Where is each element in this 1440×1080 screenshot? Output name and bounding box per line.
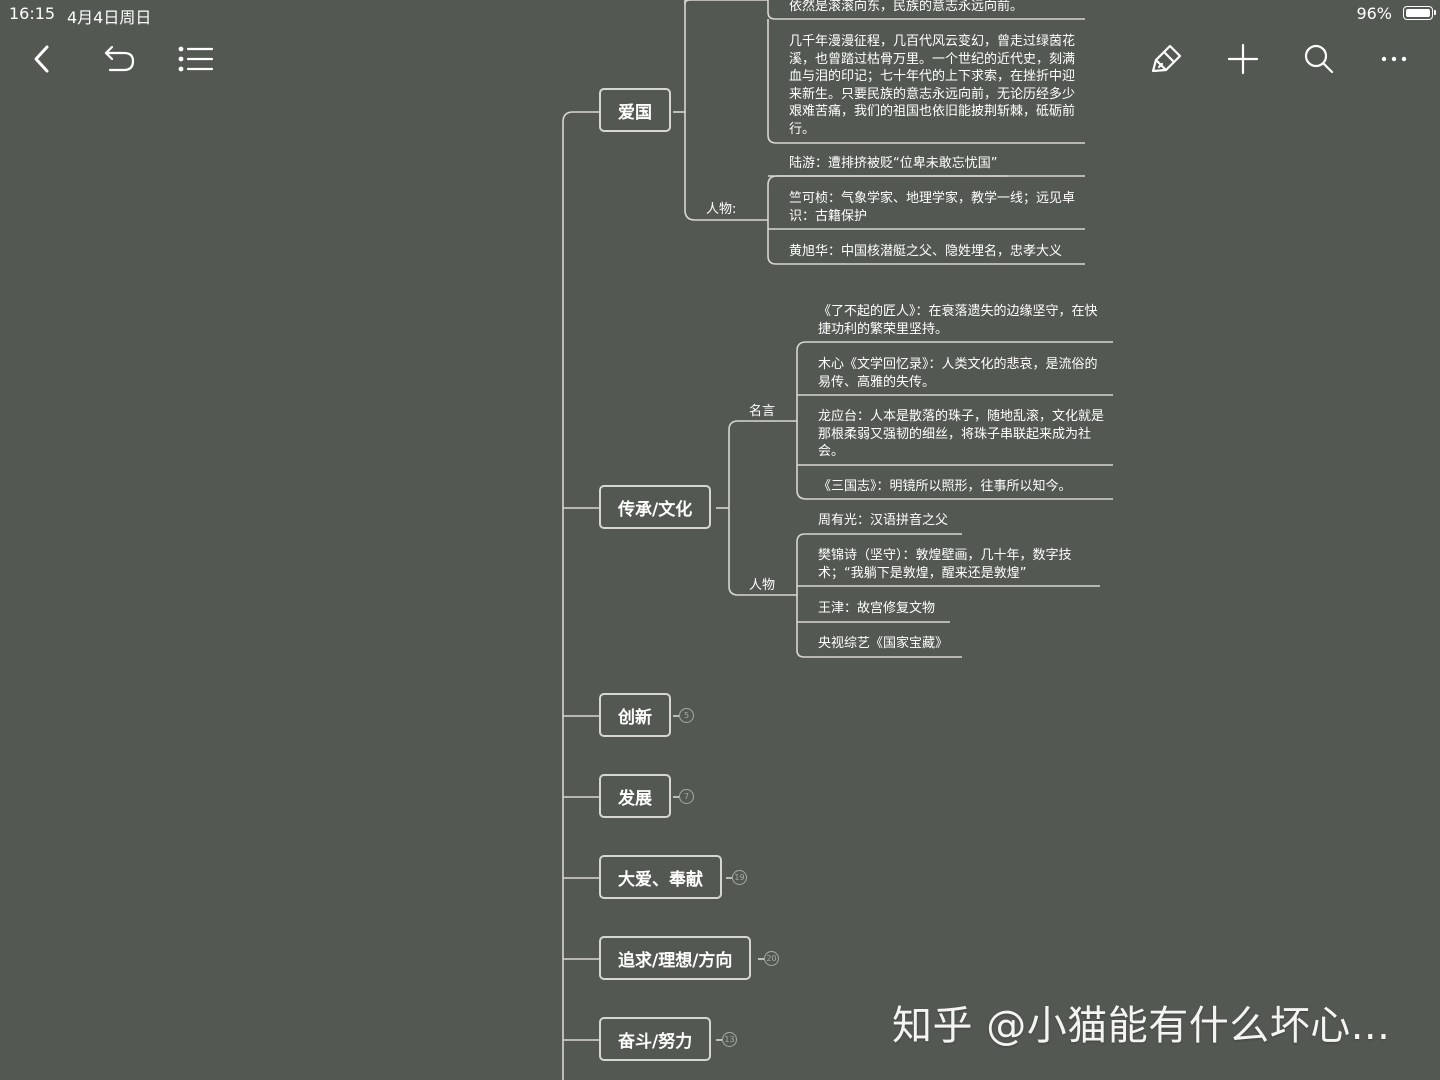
- mindmap-connectors: [562, 0, 1113, 1080]
- leaf-quote[interactable]: 龙应台：人本是散落的珠子，随地乱滚，文化就是那根柔弱又强韧的细丝，将珠子串联起来…: [818, 408, 1108, 461]
- search-icon: [1304, 44, 1334, 74]
- brush-icon: [1151, 44, 1182, 73]
- topic-label: 追求/理想/方向: [618, 950, 733, 971]
- topic-zhuiqiu[interactable]: 追求/理想/方向: [599, 936, 752, 980]
- leaf-person[interactable]: 周有光：汉语拼音之父: [818, 512, 1108, 530]
- topic-label: 发展: [618, 788, 652, 809]
- leaf-person[interactable]: 陆游：遭排挤被贬“位卑未敢忘忧国”: [789, 155, 1079, 173]
- status-time: 16:15: [9, 4, 56, 23]
- ellipsis-icon: [1381, 56, 1407, 62]
- undo-icon: [104, 45, 135, 72]
- trunk-to-aiguo: [562, 111, 600, 1080]
- topic-aiguo[interactable]: 爱国: [599, 88, 671, 132]
- leaf-quote[interactable]: 木心《文学回忆录》：人类文化的悲哀，是流俗的易传、高雅的失传。: [818, 356, 1108, 391]
- undo-button[interactable]: [98, 37, 142, 81]
- collapsed-count-badge[interactable]: 20: [764, 951, 779, 966]
- chevron-left-icon: [34, 45, 49, 73]
- leaf-person[interactable]: 竺可桢：气象学家、地理学家，教学一线；远见卓识：古籍保护: [789, 190, 1079, 225]
- leaf-quote[interactable]: 《了不起的匠人》：在衰落遗失的边缘坚守，在快捷功利的繁荣里坚持。: [818, 303, 1108, 338]
- leaf-person[interactable]: 央视综艺《国家宝藏》: [818, 635, 1108, 653]
- back-button[interactable]: [20, 37, 64, 81]
- leaf-quote[interactable]: 《三国志》：明镜所以照形，往事所以知今。: [818, 478, 1108, 496]
- more-button[interactable]: [1373, 37, 1417, 81]
- outline-button[interactable]: [174, 37, 218, 81]
- watermark: 知乎 @小猫能有什么坏心...: [892, 1003, 1391, 1049]
- branch-people[interactable]: 人物: [749, 574, 775, 593]
- collapsed-count-badge[interactable]: 13: [722, 1032, 737, 1047]
- add-button[interactable]: [1221, 37, 1265, 81]
- topic-daai[interactable]: 大爱、奉献: [599, 855, 722, 899]
- leaf-person[interactable]: 王津：故宫修复文物: [818, 600, 1108, 618]
- topic-label: 大爱、奉献: [618, 869, 703, 890]
- battery-icon: [1403, 6, 1436, 20]
- format-button[interactable]: [1145, 37, 1189, 81]
- topic-label: 奋斗/努力: [618, 1031, 693, 1052]
- branch-aiguo-people[interactable]: 人物:: [706, 198, 736, 217]
- leaf-person[interactable]: 樊锦诗（坚守）：敦煌壁画，几十年，数字技术；“我躺下是敦煌，醒来还是敦煌”: [818, 547, 1098, 582]
- leaf-aiguo-quote[interactable]: 依然是滚滚向东，民族的意志永远向前。: [789, 0, 1079, 16]
- search-button[interactable]: [1297, 37, 1341, 81]
- collapsed-count-badge[interactable]: 19: [732, 870, 747, 885]
- branch-quotes[interactable]: 名言: [749, 400, 775, 419]
- leaf-aiguo-paragraph[interactable]: 几千年漫漫征程，几百代风云变幻，曾走过绿茵花溪，也曾踏过枯骨万里。一个世纪的近代…: [789, 33, 1079, 138]
- status-bar: 16:15 4月4日周日 96%: [0, 0, 1440, 28]
- plus-icon: [1227, 43, 1259, 75]
- leaf-person[interactable]: 黄旭华：中国核潜艇之父、隐姓埋名，忠孝大义: [789, 243, 1079, 261]
- topic-label: 爱国: [618, 102, 652, 123]
- topic-fendou[interactable]: 奋斗/努力: [599, 1017, 712, 1061]
- topic-chuancheng[interactable]: 传承/文化: [599, 485, 712, 529]
- status-date: 4月4日周日: [67, 8, 152, 27]
- topic-label: 创新: [618, 707, 652, 728]
- topic-chuangxin[interactable]: 创新: [599, 693, 671, 737]
- topic-label: 传承/文化: [618, 499, 693, 520]
- topic-fazhan[interactable]: 发展: [599, 774, 671, 818]
- collapsed-count-badge[interactable]: 7: [679, 789, 694, 804]
- collapsed-count-badge[interactable]: 5: [679, 708, 694, 723]
- list-icon: [178, 46, 214, 72]
- battery-percent: 96%: [1356, 4, 1392, 23]
